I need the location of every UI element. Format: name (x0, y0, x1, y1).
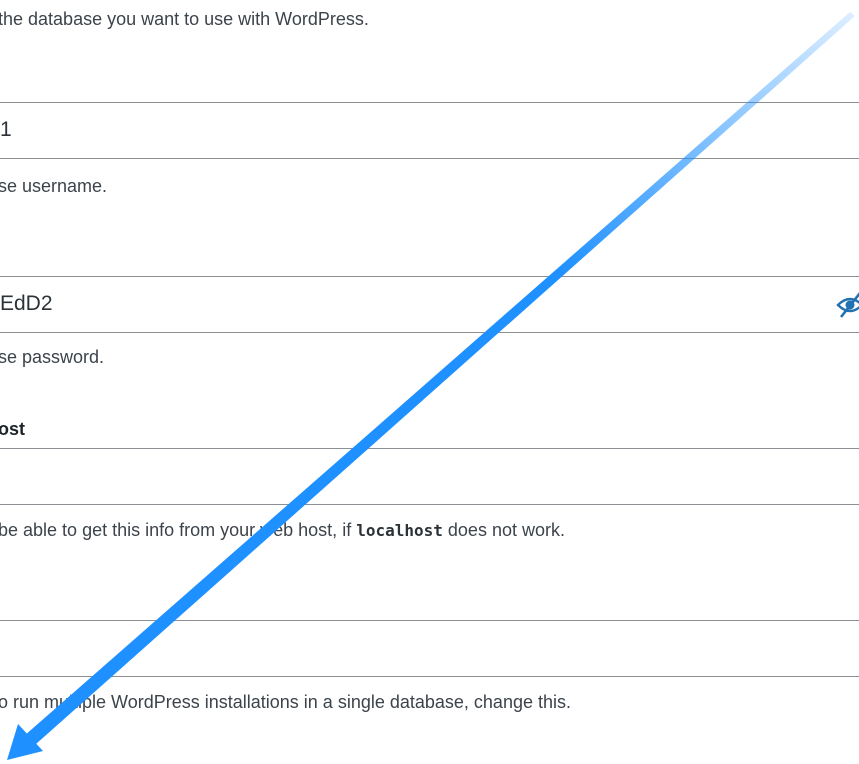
database-name-description: the database you want to use with WordPr… (0, 9, 369, 29)
username-field[interactable]: 1 (0, 102, 859, 159)
wp-install-form: the database you want to use with WordPr… (0, 0, 859, 764)
table-prefix-description: o run multiple WordPress installations i… (0, 692, 571, 712)
username-value: 1 (0, 118, 12, 141)
database-host-description: be able to get this info from your web h… (0, 518, 565, 543)
database-host-description-end: does not work. (442, 520, 565, 540)
password-value: EdD2 (0, 292, 53, 315)
database-host-label: ost (0, 419, 25, 439)
database-host-description-start: be able to get this info from your web h… (0, 520, 357, 540)
password-description: se password. (0, 347, 105, 367)
username-description: se username. (0, 176, 108, 196)
eye-slash-icon[interactable] (835, 291, 859, 319)
password-field[interactable]: EdD2 (0, 276, 859, 333)
localhost-code: localhost (356, 521, 443, 540)
table-prefix-field[interactable] (0, 620, 859, 677)
database-host-field[interactable] (0, 448, 859, 505)
